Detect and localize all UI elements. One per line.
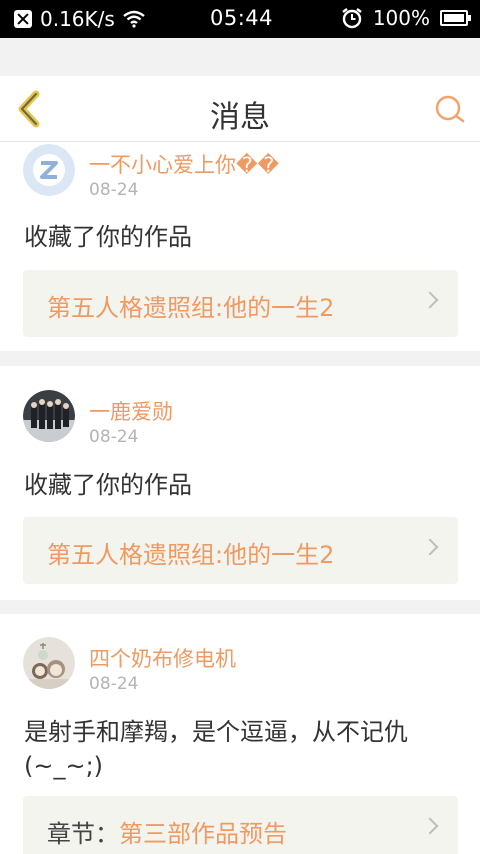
chevron-right-icon [421,817,439,835]
message-date: 08-24 [89,180,139,200]
chevron-right-icon [421,291,439,309]
message-text: 收藏了你的作品 [24,471,192,499]
work-title: 第五人格遗照组:他的一生2 [47,541,335,569]
page-title: 消息 [210,100,270,135]
avatar[interactable] [23,637,75,689]
no-sim-icon [14,10,32,28]
username[interactable]: 一不小心爱上你�� [89,149,279,179]
avatar[interactable] [23,390,75,442]
battery-icon [440,10,471,26]
message-card: 一鹿爱勋 08-24 收藏了你的作品 第五人格遗照组:他的一生2 [0,366,480,600]
alarm-icon [342,8,362,29]
chevron-right-icon [421,538,439,556]
message-card: 四个奶布修电机 08-24 是射手和摩羯，是个逗逼，从不记仇(~_~;) 章节：… [0,614,480,854]
work-link[interactable]: 第五人格遗照组:他的一生2 [23,517,458,584]
avatar[interactable] [23,144,75,196]
work-link[interactable]: 章节：第三部作品预告 [23,796,458,854]
top-spacer [0,38,480,76]
clock: 05:44 [210,6,274,30]
message-text: 是射手和摩羯，是个逗逼，从不记仇(~_~;) [24,718,408,780]
username[interactable]: 一鹿爱勋 [89,396,173,426]
message-card: 一不小心爱上你�� 08-24 收藏了你的作品 第五人格遗照组:他的一生2 [0,142,480,351]
message-date: 08-24 [89,674,139,694]
work-title: 第五人格遗照组:他的一生2 [47,294,335,322]
work-prefix: 章节： [47,820,119,848]
search-icon[interactable] [434,94,466,126]
username[interactable]: 四个奶布修电机 [89,643,236,673]
battery-percent: 100% [372,6,430,30]
work-link[interactable]: 第五人格遗照组:他的一生2 [23,270,458,337]
wifi-icon [123,10,145,28]
work-title: 第三部作品预告 [119,820,287,848]
message-text: 收藏了你的作品 [24,223,192,251]
nav-bar: 消息 [0,76,480,142]
status-bar: 0.16K/s 05:44 100% [0,0,480,38]
network-speed: 0.16K/s [40,7,115,31]
message-date: 08-24 [89,427,139,447]
